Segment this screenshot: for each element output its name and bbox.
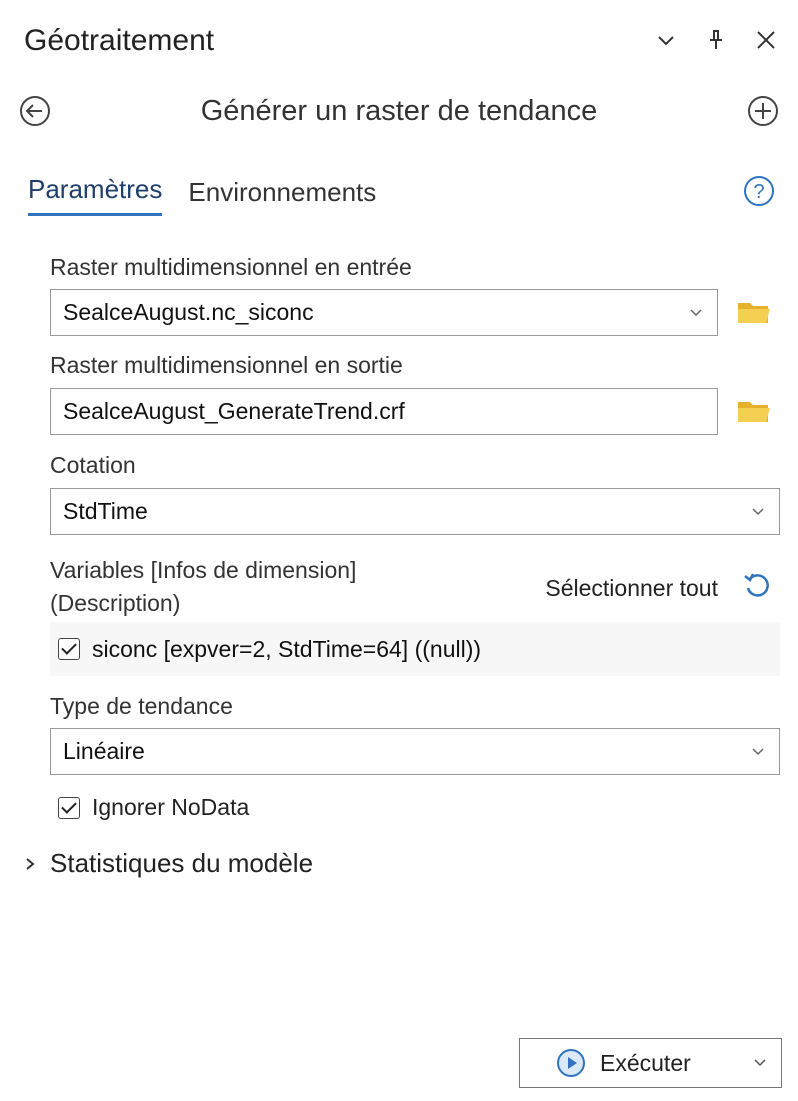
reset-icon[interactable] <box>740 568 774 602</box>
play-icon <box>557 1049 585 1077</box>
trend-type-label: Type de tendance <box>50 693 233 719</box>
chevron-down-icon[interactable] <box>652 26 680 54</box>
add-circle-icon[interactable] <box>746 94 780 128</box>
tool-title: Générer un raster de tendance <box>200 94 598 127</box>
run-button[interactable]: Exécuter <box>519 1038 782 1088</box>
output-raster-input[interactable]: SealceAugust_GenerateTrend.crf <box>50 388 718 435</box>
tab-bar: Paramètres Environnements <box>28 174 376 216</box>
chevron-down-icon[interactable] <box>753 1058 767 1068</box>
model-statistics-toggle[interactable]: Statistiques du modèle <box>22 848 313 879</box>
back-arrow-icon[interactable] <box>18 94 52 128</box>
input-raster-value: SealceAugust.nc_siconc <box>63 299 314 325</box>
variable-checkbox[interactable] <box>58 638 80 660</box>
dimension-value: StdTime <box>63 498 148 524</box>
input-raster-label: Raster multidimensionnel en entrée <box>50 254 412 280</box>
tab-parametres[interactable]: Paramètres <box>28 174 163 216</box>
pin-icon[interactable] <box>702 26 730 54</box>
dimension-label: Cotation <box>50 452 136 478</box>
output-raster-value: SealceAugust_GenerateTrend.crf <box>63 398 405 424</box>
trend-type-value: Linéaire <box>63 738 145 764</box>
ignore-nodata-checkbox[interactable] <box>58 796 80 819</box>
geoprocessing-pane: Géotraitement Générer un raster de tenda… <box>0 0 798 1101</box>
chevron-right-icon <box>26 857 35 870</box>
trend-type-dropdown[interactable]: Linéaire <box>50 728 780 775</box>
chevron-down-icon <box>752 747 764 755</box>
folder-icon[interactable] <box>736 297 772 327</box>
input-raster-dropdown[interactable]: SealceAugust.nc_siconc <box>50 289 718 336</box>
tab-environnements[interactable]: Environnements <box>188 177 376 216</box>
variable-item-label: siconc [expver=2, StdTime=64] ((null)) <box>92 635 482 662</box>
run-button-label: Exécuter <box>600 1049 691 1076</box>
variables-label: Variables [Infos de dimension] <box>50 557 357 583</box>
window-controls <box>652 26 780 54</box>
svg-text:?: ? <box>753 181 764 203</box>
ignore-nodata-label: Ignorer NoData <box>92 794 250 820</box>
variables-description-label: (Description) <box>50 590 181 616</box>
help-icon[interactable]: ? <box>742 174 776 208</box>
tool-nav-row: Générer un raster de tendance <box>18 88 780 134</box>
pane-title: Géotraitement <box>24 24 215 57</box>
folder-icon[interactable] <box>736 396 772 426</box>
dimension-dropdown[interactable]: StdTime <box>50 488 780 535</box>
variables-list: siconc [expver=2, StdTime=64] ((null)) <box>50 622 780 676</box>
model-statistics-label: Statistiques du modèle <box>50 848 314 878</box>
close-icon[interactable] <box>752 26 780 54</box>
ignore-nodata-row: Ignorer NoData <box>58 794 249 821</box>
select-all-button[interactable]: Sélectionner tout <box>545 575 718 602</box>
chevron-down-icon <box>752 507 764 515</box>
output-raster-label: Raster multidimensionnel en sortie <box>50 352 403 378</box>
chevron-down-icon <box>690 308 702 316</box>
